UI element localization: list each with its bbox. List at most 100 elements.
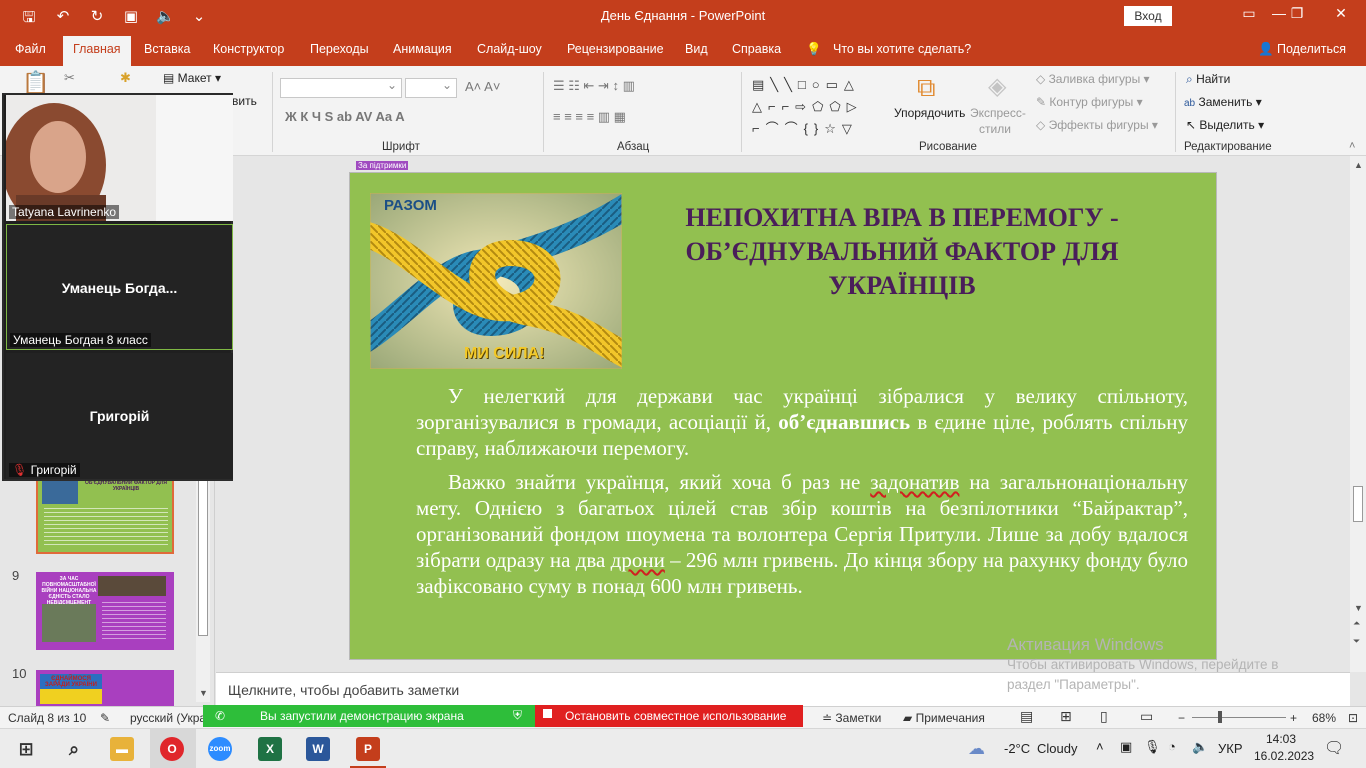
- word-icon[interactable]: W: [306, 737, 330, 761]
- tab-review[interactable]: Рецензирование: [567, 42, 664, 56]
- fit-slide-icon[interactable]: ⊡: [1348, 711, 1358, 725]
- excel-icon[interactable]: X: [258, 737, 282, 761]
- notes-toggle[interactable]: ≐ Заметки: [822, 711, 881, 725]
- weather-temp[interactable]: -2°C: [1004, 741, 1030, 756]
- quick-styles-icon[interactable]: ◈: [988, 72, 1006, 101]
- zoom-out-icon[interactable]: −: [1178, 711, 1185, 725]
- comments-toggle[interactable]: ▰ Примечания: [903, 711, 985, 725]
- select-button[interactable]: ↖ Выделить ▾: [1186, 118, 1264, 132]
- slide-paragraph-1[interactable]: У нелегкий для держави час українці зібр…: [416, 383, 1188, 461]
- paste-label-fragment: вить: [232, 94, 257, 108]
- slide-scroll-thumb[interactable]: [1353, 486, 1363, 522]
- cloud-icon[interactable]: ☁: [968, 739, 985, 759]
- slide-scrollbar[interactable]: ▲ ▼ ⏶ ⏷: [1350, 156, 1366, 672]
- tab-view[interactable]: Вид: [685, 42, 708, 56]
- tab-animations[interactable]: Анимация: [393, 42, 452, 56]
- shape-effects-button[interactable]: ◇ Эффекты фигуры ▾: [1036, 118, 1158, 132]
- video-call-panel[interactable]: Tatyana Lavrinenko Уманець Богда... Уман…: [2, 93, 233, 481]
- thumb-image: [42, 480, 78, 504]
- tray-app-icon[interactable]: ▣: [1120, 739, 1132, 755]
- tab-file[interactable]: Файл: [15, 42, 46, 56]
- replace-button[interactable]: ab Заменить ▾: [1184, 95, 1262, 109]
- shapes-gallery[interactable]: ▤╲╲□○▭△ △⌐⌐⇨⬠⬠▷ ⌐⌒⌒{}☆▽: [752, 74, 872, 140]
- scroll-down-icon-right[interactable]: ▼: [1354, 603, 1363, 613]
- current-slide[interactable]: РАЗОМ МИ СИЛА! НЕПОХИТНА ВІРА В ПЕРЕМОГУ…: [349, 172, 1217, 660]
- arrange-icon[interactable]: ⧉: [917, 72, 936, 104]
- cut-icon[interactable]: ✂: [64, 70, 75, 86]
- tab-design[interactable]: Конструктор: [213, 42, 284, 56]
- quick-styles-label-2[interactable]: стили: [979, 122, 1011, 136]
- keyboard-language[interactable]: УКР: [1218, 741, 1243, 756]
- restore-icon[interactable]: ❐: [1282, 5, 1312, 22]
- clock-time[interactable]: 14:03: [1266, 732, 1296, 746]
- reading-view-icon[interactable]: ▯: [1100, 708, 1108, 725]
- phone-icon: ✆: [215, 709, 226, 723]
- slide-paragraph-2[interactable]: Важко знайти українця, який хоча б раз н…: [416, 469, 1188, 599]
- slideshow-view-icon[interactable]: ▭: [1140, 708, 1153, 725]
- collapse-ribbon-icon[interactable]: ˄: [1349, 140, 1355, 152]
- font-format-buttons[interactable]: Ж К Ч S ab AV Aa A: [285, 109, 405, 124]
- tab-home[interactable]: Главная: [63, 36, 131, 66]
- slide-sorter-icon[interactable]: ⊞: [1060, 708, 1072, 725]
- stop-sharing-button[interactable]: Остановить совместное использование: [535, 705, 803, 727]
- wifi-icon[interactable]: ◔: [1168, 739, 1176, 754]
- next-slide-icon[interactable]: ⏷: [1353, 636, 1360, 647]
- tab-insert[interactable]: Вставка: [144, 42, 190, 56]
- windows-start-icon[interactable]: ⊞: [14, 737, 38, 761]
- slide-thumbnail-9[interactable]: ЗА ЧАС ПОВНОМАСШТАБНОЇ ВІЙНИ НАЦІОНАЛЬНА…: [36, 572, 174, 650]
- zoom-in-icon[interactable]: +: [1290, 711, 1297, 725]
- knot-illustration: [370, 193, 622, 369]
- font-name-combo[interactable]: [280, 78, 402, 98]
- shape-outline-button[interactable]: ✎ Контур фигуры ▾: [1036, 95, 1143, 109]
- font-size-combo[interactable]: [405, 78, 457, 98]
- notes-placeholder[interactable]: Щелкните, чтобы добавить заметки: [228, 682, 459, 698]
- signin-button[interactable]: Вход: [1124, 6, 1172, 26]
- slide-title[interactable]: НЕПОХИТНА ВІРА В ПЕРЕМОГУ - ОБ’ЄДНУВАЛЬН…: [646, 201, 1158, 303]
- tray-chevron-icon[interactable]: ˄: [1096, 739, 1104, 754]
- spellcheck-icon[interactable]: ✎: [100, 711, 110, 725]
- language-indicator[interactable]: русский (Укра: [130, 711, 206, 725]
- grow-font-icon[interactable]: A˄ A˅: [465, 79, 500, 94]
- clock-date[interactable]: 16.02.2023: [1254, 749, 1314, 763]
- new-slide-icon[interactable]: ✱: [120, 70, 131, 86]
- participant-tile-1[interactable]: Tatyana Lavrinenko: [6, 95, 233, 221]
- shape-fill-button[interactable]: ◇ Заливка фигуры ▾: [1036, 72, 1150, 86]
- participant-tile-2[interactable]: Уманець Богда... Уманець Богдан 8 класс: [6, 224, 233, 350]
- normal-view-icon[interactable]: ▤: [1020, 708, 1033, 725]
- opera-icon[interactable]: O: [160, 737, 184, 761]
- microphone-icon[interactable]: 🎙: [1144, 739, 1161, 755]
- participant-tile-3[interactable]: Григорій 🎙 Григорій: [6, 353, 233, 479]
- thumb-title: ОБ'ЄДНУВАЛЬНИЙ ФАКТОР ДЛЯ УКРАЇНЦІВ: [85, 480, 167, 492]
- thumb9-image-top: [98, 576, 166, 596]
- prev-slide-icon[interactable]: ⏶: [1353, 618, 1360, 629]
- tab-transitions[interactable]: Переходы: [310, 42, 369, 56]
- layout-button[interactable]: ▤ Макет ▾: [163, 71, 221, 85]
- quick-styles-label-1[interactable]: Экспресс-: [970, 106, 1026, 120]
- zoom-app-icon[interactable]: zoom: [208, 737, 232, 761]
- scroll-down-icon[interactable]: ▼: [199, 688, 208, 698]
- powerpoint-icon[interactable]: P: [356, 737, 380, 761]
- zoom-level[interactable]: 68%: [1312, 711, 1336, 725]
- share-icon[interactable]: 👤: [1258, 42, 1274, 57]
- slide-thumbnail-8[interactable]: ОБ'ЄДНУВАЛЬНИЙ ФАКТОР ДЛЯ УКРАЇНЦІВ: [36, 474, 174, 554]
- tab-slideshow[interactable]: Слайд-шоу: [477, 42, 542, 56]
- thumb-text-lines: [44, 508, 168, 546]
- align-icons[interactable]: ≡ ≡ ≡ ≡ ▥ ▦: [553, 109, 626, 125]
- tab-help[interactable]: Справка: [732, 42, 781, 56]
- weather-text[interactable]: Cloudy: [1037, 741, 1077, 756]
- find-button[interactable]: ⌕ Найти: [1186, 72, 1230, 87]
- bullets-icon[interactable]: ☰ ☷ ⇤ ⇥ ↕ ▥: [553, 78, 635, 94]
- zoom-slider-thumb[interactable]: [1218, 711, 1222, 723]
- volume-icon[interactable]: 🔈: [1192, 739, 1208, 755]
- file-explorer-icon[interactable]: ▬: [110, 737, 134, 761]
- search-icon[interactable]: ⌕: [62, 737, 86, 761]
- ribbon-display-icon[interactable]: ▭: [1234, 5, 1264, 22]
- tell-me-search[interactable]: Что вы хотите сделать?: [833, 42, 971, 56]
- share-button[interactable]: Поделиться: [1277, 42, 1346, 56]
- close-icon[interactable]: ✕: [1326, 5, 1356, 22]
- scroll-up-icon[interactable]: ▲: [1354, 160, 1363, 170]
- notifications-icon[interactable]: 🗨: [1324, 738, 1344, 758]
- slide-thumbnail-10[interactable]: ЄДНАЙМОСЯ ЗАРАДИ УКРАЇНИ: [36, 670, 174, 708]
- arrange-button[interactable]: Упорядочить: [894, 106, 965, 120]
- zoom-slider[interactable]: [1192, 717, 1286, 718]
